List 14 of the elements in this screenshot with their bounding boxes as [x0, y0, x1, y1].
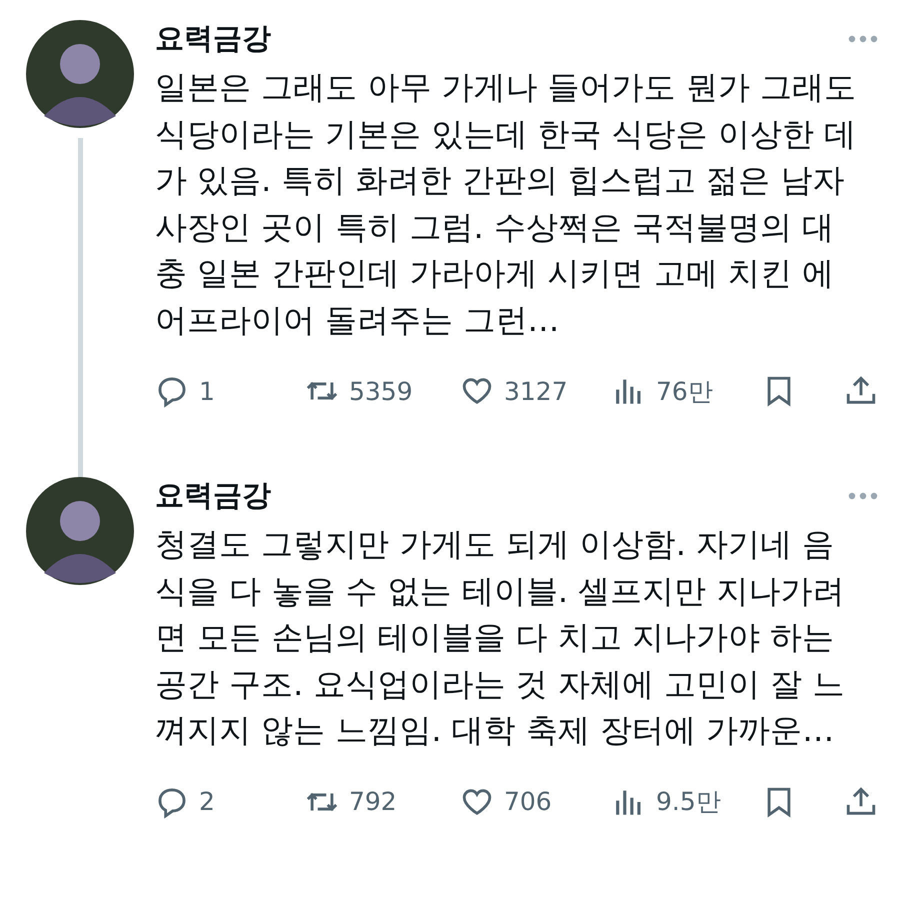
like-count: 3127: [504, 376, 568, 406]
tweet-text: 일본은 그래도 아무 가게나 들어가도 뭔가 그래도 식당이라는 기본은 있는데 한국 식당은 이상한 데가 있음. 특히 화려한 간판의 힙스럽고 젊은 남자 사장인 곳이 특히 그럼. 수상쩍은 국적불명의 대충 일본 간판인데 가라아게 시키면 고메 치킨 에어프라이어 돌려주는 그런…: [155, 67, 858, 340]
reply-count: 2: [199, 787, 215, 816]
avatar[interactable]: [26, 20, 134, 128]
author-name[interactable]: 요력금강: [155, 19, 271, 59]
repost-count: 792: [349, 787, 397, 816]
like-count: 706: [504, 787, 552, 816]
repost-count: 5359: [349, 376, 413, 406]
reply-count: 1: [199, 376, 215, 406]
avatar[interactable]: [26, 477, 134, 585]
author-name[interactable]: 요력금강: [155, 476, 271, 516]
view-count: 76만: [656, 376, 713, 408]
tweet-text: 청결도 그렇지만 가게도 되게 이상함. 자기네 음식을 다 놓을 수 없는 테이블. 셀프지만 지나가려면 모든 손님의 테이블을 다 치고 지나가야 하는 공간 구조. 요식업이라는 것 자체에 고민이 잘 느껴지지 않는 느낌임. 대학 축제 장터에 가까운…: [155, 524, 846, 751]
view-count: 9.5만: [656, 786, 721, 818]
